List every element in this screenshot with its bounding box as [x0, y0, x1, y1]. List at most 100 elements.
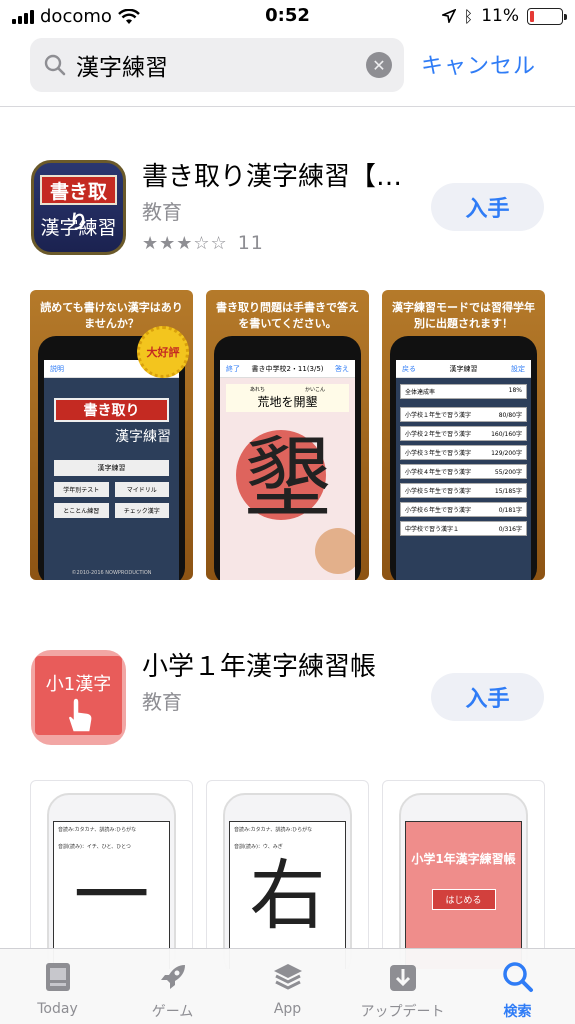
divider: [0, 106, 575, 107]
screenshot-menu-button: 学年別テスト: [54, 482, 109, 497]
app-title[interactable]: 書き取り漢字練習【…: [142, 156, 402, 193]
tab-label: Today: [37, 1001, 78, 1017]
total-value: 18%: [508, 387, 522, 394]
screenshot-logo-bottom: 漢字練習: [115, 429, 171, 445]
award-badge-text: 大好評: [146, 346, 180, 359]
screenshot-menu-button: とことん練習: [54, 503, 109, 518]
list-item: 小学校２年生で習う漢字 160/160字: [400, 426, 527, 441]
tab-updates[interactable]: アップデート: [345, 949, 460, 1024]
screenshot-text: 音読み:カタカナ、訓読み:ひらがな: [234, 827, 313, 833]
handwriting-area: 墾: [220, 418, 355, 574]
row-label: 中学校で習う漢字１: [405, 526, 460, 533]
rating-stars: ★★★☆☆: [142, 233, 228, 254]
screenshot-strip[interactable]: 音読み:カタカナ、訓読み:ひらがな 音訓(読み)：イチ、ひと、ひとつ 一 音読み…: [30, 780, 545, 970]
search-icon: [44, 54, 66, 76]
row-value: 15/185字: [494, 488, 522, 495]
screenshot-1[interactable]: 音読み:カタカナ、訓読み:ひらがな 音訓(読み)：イチ、ひと、ひとつ 一: [30, 780, 193, 970]
screenshot-2[interactable]: 書き取り問題は手書きで答えを書いてください。 終了 書き中学校2・11(3/5) 答…: [206, 290, 369, 580]
nav-title: 漢字練習: [449, 364, 478, 373]
phone-frame: 終了 書き中学校2・11(3/5) 答え あれち かいこん 荒地を開墾 墾: [214, 336, 361, 580]
screenshot-menu-button: チェック漢字: [114, 503, 169, 518]
app-icon-text: 小1漢字: [45, 674, 112, 695]
battery-icon: [527, 7, 567, 25]
screenshot-3[interactable]: 漢字練習モードでは習得学年別に出題されます！ 戻る 漢字練習 設定 全体達成率 18%…: [382, 290, 545, 580]
progress-list: 全体達成率 18% 小学校１年生で習う漢字 80/80字 小学校２年生で習う漢字 16…: [396, 378, 531, 546]
nav-right-label: 設定: [511, 364, 525, 373]
example-kanji: 右: [249, 851, 326, 940]
screenshot-menu-button: マイドリル: [114, 482, 169, 497]
row-value: 80/80字: [498, 412, 522, 419]
list-item: 小学校６年生で習う漢字 0/181字: [400, 502, 527, 517]
list-item: 小学校４年生で習う漢字 55/200字: [400, 464, 527, 479]
screenshot-1[interactable]: 読めても書けない漢字はありませんか？ 説明 書き取り 漢字練習 漢字練習 学年別…: [30, 290, 193, 580]
tab-games[interactable]: ゲーム: [115, 949, 230, 1024]
search-field[interactable]: ✕: [30, 38, 404, 92]
nav-left-label: 戻る: [402, 364, 416, 373]
battery-percent: 11%: [481, 6, 519, 26]
start-button-image: はじめる: [431, 889, 496, 910]
layers-icon: [273, 964, 302, 990]
pointing-hand-icon: [67, 697, 93, 733]
row-label: 小学校３年生で習う漢字: [405, 450, 472, 457]
tab-apps[interactable]: App: [230, 949, 345, 1024]
tab-label: ゲーム: [151, 1004, 194, 1020]
list-item: 全体達成率 18%: [400, 384, 527, 399]
screenshot-2[interactable]: 音読み:カタカナ、訓読み:ひらがな 音訓(読み)：ウ、みぎ 右: [206, 780, 369, 970]
nav-left-label: 説明: [50, 364, 64, 373]
download-icon: [389, 965, 416, 991]
list-item: 中学校で習う漢字１ 0/316字: [400, 521, 527, 536]
screenshot-text: 音読み:カタカナ、訓読み:ひらがな: [58, 827, 137, 833]
row-label: 小学校５年生で習う漢字: [405, 488, 472, 495]
row-value: 0/181字: [498, 507, 522, 514]
app-icon-text-top: 書き取り: [40, 175, 117, 233]
today-icon: [45, 963, 70, 991]
search-icon: [502, 962, 533, 992]
question-sentence: 荒地を開墾: [257, 395, 318, 409]
screenshot-caption: 書き取り問題は手書きで答えを書いてください。: [216, 301, 359, 330]
search-row: ✕ キャンセル: [0, 38, 575, 94]
phone-frame: 音読み:カタカナ、訓読み:ひらがな 音訓(読み)：ウ、みぎ 右: [223, 793, 352, 969]
screenshot-strip[interactable]: 読めても書けない漢字はありませんか？ 説明 書き取り 漢字練習 漢字練習 学年別…: [30, 290, 545, 580]
screenshot-3[interactable]: 小学1年漢字練習帳 はじめる: [382, 780, 545, 970]
row-value: 55/200字: [494, 469, 522, 476]
rating: ★★★☆☆ 11: [142, 232, 264, 254]
tab-label: 検索: [503, 1004, 532, 1020]
row-value: 160/160字: [491, 431, 522, 438]
phone-frame: 音読み:カタカナ、訓読み:ひらがな 音訓(読み)：イチ、ひと、ひとつ 一: [47, 793, 176, 969]
app-category: 教育: [142, 200, 182, 224]
ruby-right: かいこん: [304, 387, 325, 393]
app-icon[interactable]: 書き取り 漢字練習: [31, 160, 126, 255]
list-item: 小学校５年生で習う漢字 15/185字: [400, 483, 527, 498]
app-title[interactable]: 小学１年漢字練習帳: [142, 646, 376, 683]
screenshot-menu-button: 漢字練習: [54, 460, 169, 476]
nav-right-label: 答え: [335, 364, 349, 373]
row-label: 小学校２年生で習う漢字: [405, 431, 472, 438]
row-label: 小学校１年生で習う漢字: [405, 412, 472, 419]
total-label: 全体達成率: [405, 389, 436, 396]
app-icon[interactable]: 小1漢字: [31, 650, 126, 745]
list-item: 小学校３年生で習う漢字 129/200字: [400, 445, 527, 460]
example-kanji: 一: [73, 851, 150, 940]
app-category: 教育: [142, 690, 182, 714]
tab-today[interactable]: Today: [0, 949, 115, 1024]
rating-count: 11: [237, 232, 264, 254]
tab-search[interactable]: 検索: [460, 949, 575, 1024]
clear-search-icon[interactable]: ✕: [366, 52, 392, 78]
finger-image: [315, 528, 355, 574]
row-value: 129/200字: [491, 450, 522, 457]
list-item: 小学校１年生で習う漢字 80/80字: [400, 407, 527, 422]
nav-title: 書き中学校2・11(3/5): [251, 364, 324, 373]
search-input[interactable]: [76, 52, 346, 78]
get-button[interactable]: 入手: [431, 183, 544, 231]
screenshot-footer: ©2010-2016 NOWPRODUCTION: [71, 570, 152, 576]
phone-frame: 戻る 漢字練習 設定 全体達成率 18% 小学校１年生で習う漢字 80/80字 小学校２…: [390, 336, 537, 580]
screenshot-caption: 漢字練習モードでは習得学年別に出題されます！: [392, 301, 535, 330]
tab-label: アップデート: [360, 1004, 445, 1020]
get-button[interactable]: 入手: [431, 673, 544, 721]
ruby-left: あれち: [249, 387, 265, 393]
location-icon: [441, 9, 456, 23]
bluetooth-icon: ᛒ: [463, 6, 474, 26]
cancel-button[interactable]: キャンセル: [421, 48, 536, 80]
phone-frame: 小学1年漢字練習帳 はじめる: [399, 793, 528, 969]
status-bar: docomo 0:52 ᛒ 11%: [0, 0, 575, 32]
